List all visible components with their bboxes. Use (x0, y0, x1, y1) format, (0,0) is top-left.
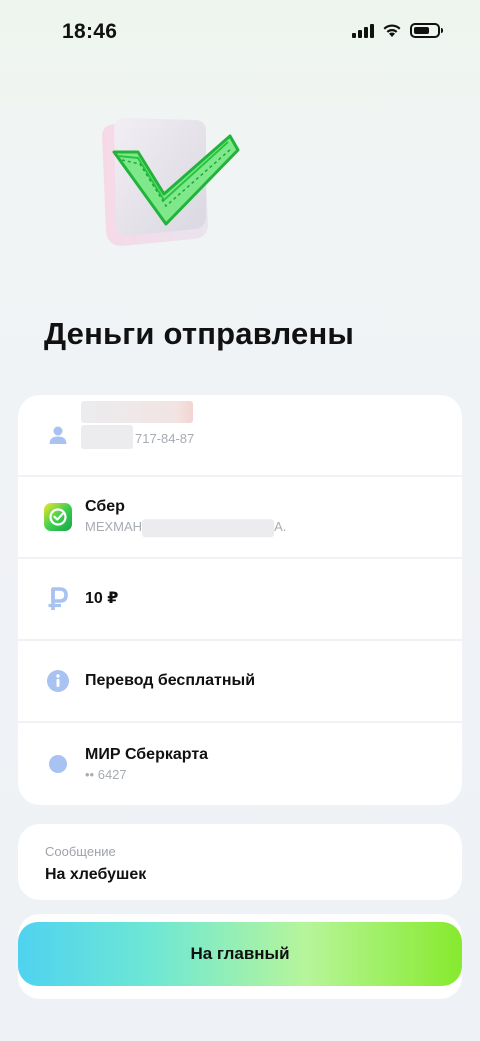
wifi-icon (383, 24, 401, 37)
amount-value: 10 ₽ (85, 590, 119, 607)
source-card-text: МИР Сберкарта •• 6427 (85, 745, 208, 783)
recipient-text: 717-84-87 (81, 401, 194, 450)
recipient-row[interactable]: 717-84-87 (18, 395, 462, 477)
transfer-details-card: 717-84-87 Сбер МЕХМАН А. 10 ₽ Перевод бе… (18, 395, 462, 805)
amount-row: 10 ₽ (18, 559, 462, 641)
redacted-holder-name (142, 518, 275, 537)
bank-row[interactable]: Сбер МЕХМАН А. (18, 477, 462, 559)
fee-label: Перевод бесплатный (85, 672, 256, 689)
status-time: 18:46 (62, 20, 118, 43)
bank-text: Сбер МЕХМАН А. (85, 497, 286, 537)
home-button[interactable]: На главный (18, 922, 462, 986)
message-label: Сообщение (45, 844, 116, 859)
bank-name: Сбер (85, 498, 125, 516)
redacted-phone-prefix (81, 425, 133, 450)
ruble-icon (46, 587, 70, 611)
sber-logo-icon (44, 503, 72, 531)
status-icons (352, 23, 443, 38)
page-title: Деньги отправлены (44, 316, 355, 351)
account-holder: МЕХМАН А. (85, 518, 286, 537)
source-card-row[interactable]: МИР Сберкарта •• 6427 (18, 723, 462, 805)
battery-icon (410, 23, 443, 38)
card-number: •• 6427 (85, 767, 127, 782)
card-name: МИР Сберкарта (85, 746, 209, 763)
redacted-recipient-name (81, 401, 193, 424)
message-card: Сообщение На хлебушек (18, 824, 462, 900)
fee-row: Перевод бесплатный (18, 641, 462, 723)
message-text: На хлебушек (45, 866, 147, 883)
holder-suffix: А. (274, 519, 287, 535)
card-dot-icon (46, 752, 70, 776)
cellular-signal-icon (352, 23, 374, 38)
status-bar: 18:46 (0, 0, 480, 64)
success-check-icon (102, 118, 240, 246)
holder-prefix: МЕХМАН (85, 519, 143, 535)
user-icon (46, 423, 70, 447)
amount-text: 10 ₽ (85, 589, 118, 609)
fee-text: Перевод бесплатный (85, 671, 255, 691)
info-icon (46, 669, 70, 693)
